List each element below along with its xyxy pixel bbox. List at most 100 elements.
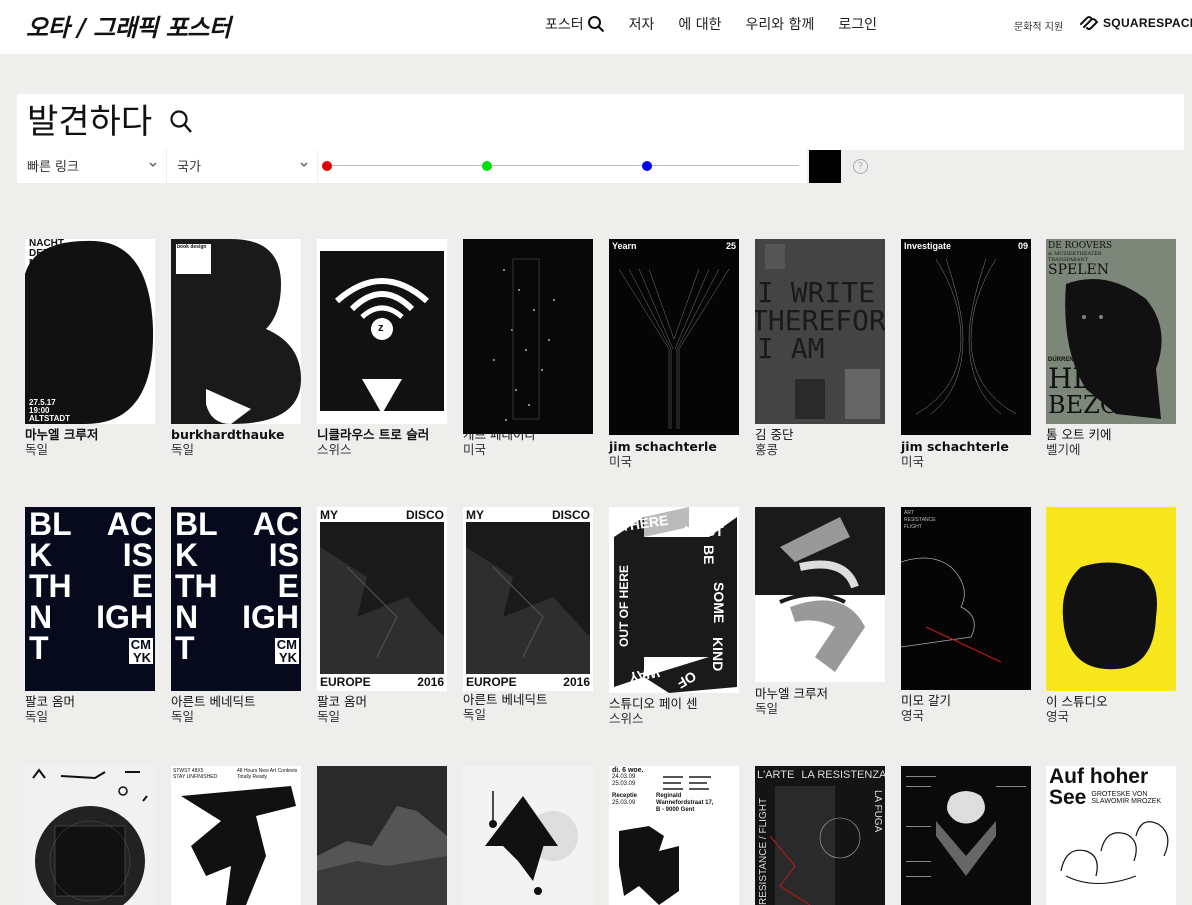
poster-card[interactable]: DE ROOVERS & MUZIEKTHEATER TRANSPARANT S… bbox=[1046, 239, 1176, 457]
poster-card[interactable]: NACHT DER MUSIK 27.5.17 19:00 ALTSTADT 마… bbox=[25, 239, 155, 457]
poster-author[interactable]: 아른트 베네딕트 bbox=[171, 694, 301, 709]
poster-country: 독일 bbox=[25, 709, 49, 724]
poster-author[interactable]: jim schachterle bbox=[901, 439, 1031, 454]
squarespace-text: SQUARESPACE bbox=[1103, 16, 1192, 30]
nav-about[interactable]: 에 대한 bbox=[678, 14, 721, 34]
poster-card[interactable]: I WRITE THEREFOR I AM 김 중단 홍콩 bbox=[755, 239, 885, 457]
poster-author[interactable]: 팔코 옴머 bbox=[317, 694, 447, 709]
poster-art bbox=[181, 786, 296, 905]
poster-author[interactable]: 이 스튜디오 bbox=[1046, 694, 1176, 709]
poster-thumbnail[interactable]: Investigate 09 bbox=[901, 239, 1031, 435]
search-input[interactable] bbox=[27, 96, 169, 148]
help-icon[interactable]: ? bbox=[853, 159, 868, 174]
nav-posters-label: 포스터 bbox=[545, 17, 584, 33]
poster-thumbnail[interactable]: BL AC K IS TH E N IGH T CM YK bbox=[171, 507, 301, 691]
poster-card[interactable] bbox=[25, 766, 155, 905]
poster-card[interactable]: 이 스튜디오 영국 bbox=[1046, 507, 1176, 724]
poster-card[interactable]: Yearn 25 jim schachterle 미국 bbox=[609, 239, 739, 469]
country-select[interactable]: 국가 bbox=[167, 150, 317, 183]
poster-text: L'ARTE bbox=[757, 769, 795, 781]
poster-country: 홍콩 bbox=[755, 442, 779, 457]
poster-text: IS bbox=[122, 537, 153, 573]
poster-text: TH bbox=[29, 568, 72, 604]
poster-card[interactable]: MY DISCO EUROPE 2016 팔코 옴머 독일 bbox=[317, 507, 447, 724]
poster-card[interactable]: BL AC K IS TH E N IGH T CM YK 아른트 베네딕트 독일 bbox=[171, 507, 301, 724]
poster-text: DISCO bbox=[551, 508, 590, 522]
nav-join-us[interactable]: 우리와 함께 bbox=[746, 14, 815, 34]
poster-text: E bbox=[131, 568, 153, 604]
poster-thumbnail[interactable]: MY DISCO EUROPE 2016 bbox=[317, 507, 447, 691]
poster-art bbox=[32, 768, 148, 905]
slider-track bbox=[326, 165, 799, 166]
poster-thumbnail[interactable]: ART RESISTANCE FLIGHT bbox=[901, 507, 1031, 690]
nav-login[interactable]: 로그인 bbox=[838, 14, 877, 34]
poster-thumbnail[interactable]: I WRITE THEREFOR I AM bbox=[755, 239, 885, 424]
poster-text: IGH bbox=[96, 599, 153, 635]
site-logo[interactable]: 오타 / 그래픽 포스터 bbox=[26, 8, 231, 43]
poster-author[interactable]: 김 중단 bbox=[755, 427, 885, 442]
poster-thumbnail[interactable]: BL AC K IS TH E N IGH T CM YK bbox=[25, 507, 155, 691]
color-handle-red[interactable] bbox=[322, 161, 332, 171]
color-handle-green[interactable] bbox=[482, 161, 492, 171]
poster-card[interactable] bbox=[463, 766, 593, 905]
poster-thumbnail[interactable] bbox=[901, 766, 1031, 905]
quick-links-select[interactable]: 빠른 링크 bbox=[17, 150, 166, 183]
poster-text: Yearn bbox=[612, 241, 637, 251]
poster-card[interactable]: book design burkhardthauke 독일 bbox=[171, 239, 301, 457]
poster-thumbnail[interactable] bbox=[463, 239, 593, 434]
poster-thumbnail[interactable]: MY DISCO EUROPE 2016 bbox=[463, 507, 593, 691]
poster-author[interactable]: 팔코 옴머 bbox=[25, 694, 155, 709]
poster-thumbnail[interactable]: L'ARTE LA RESISTENZA RESISTANCE / FLIGHT… bbox=[755, 766, 885, 905]
color-handle-blue[interactable] bbox=[642, 161, 652, 171]
poster-card[interactable]: di. 6 woe. 24.03.09 25.03.09 Receptie 25… bbox=[609, 766, 739, 905]
poster-author[interactable]: 미모 갈기 bbox=[901, 693, 1031, 708]
poster-text: IGH bbox=[242, 599, 299, 635]
poster-card[interactable] bbox=[317, 766, 447, 905]
poster-author[interactable]: 마누엘 크루저 bbox=[25, 427, 155, 442]
poster-card[interactable]: 마누엘 크루저 독일 bbox=[755, 507, 885, 716]
poster-author[interactable]: 아른트 베네딕트 bbox=[463, 692, 593, 707]
poster-author[interactable]: jim schachterle bbox=[609, 439, 739, 454]
squarespace-logo[interactable]: SQUARESPACE bbox=[1079, 15, 1192, 31]
poster-text: BE bbox=[701, 545, 717, 565]
poster-thumbnail[interactable] bbox=[25, 766, 155, 905]
poster-card[interactable]: 개브 페레이라 미국 bbox=[463, 239, 593, 457]
poster-author[interactable]: burkhardthauke bbox=[171, 427, 301, 442]
poster-thumbnail[interactable]: di. 6 woe. 24.03.09 25.03.09 Receptie 25… bbox=[609, 766, 739, 905]
poster-thumbnail[interactable]: STWST 48X5 STAY UNFINISHED 48 Hours New … bbox=[171, 766, 301, 905]
poster-thumbnail[interactable] bbox=[463, 766, 593, 905]
poster-card[interactable] bbox=[901, 766, 1031, 905]
poster-thumbnail[interactable]: Yearn 25 bbox=[609, 239, 739, 435]
poster-card[interactable]: BL AC K IS TH E N IGH T CM YK 팔코 옴머 독일 bbox=[25, 507, 155, 724]
poster-thumbnail[interactable]: Auf hoher See GROTESKE VON SLAWOMIR MROZ… bbox=[1046, 766, 1176, 905]
color-swatch[interactable] bbox=[809, 150, 841, 183]
poster-thumbnail[interactable]: book design bbox=[171, 239, 301, 424]
poster-author[interactable]: 톰 오트 키에 bbox=[1046, 427, 1176, 442]
site-header: 오타 / 그래픽 포스터 포스터 저자 에 대한 우리와 함께 로그인 문화적 … bbox=[0, 0, 1192, 54]
poster-thumbnail[interactable] bbox=[317, 766, 447, 905]
poster-card[interactable]: z 니클라우스 트로 슬러 스위스 bbox=[317, 239, 447, 457]
poster-text: EUROPE bbox=[466, 675, 517, 689]
color-slider[interactable] bbox=[318, 150, 807, 183]
poster-thumbnail[interactable] bbox=[1046, 507, 1176, 691]
poster-card[interactable]: MY DISCO EUROPE 2016 아른트 베네딕트 독일 bbox=[463, 507, 593, 722]
poster-thumbnail[interactable]: z bbox=[317, 239, 447, 424]
poster-text: 09 bbox=[1017, 241, 1028, 251]
poster-thumbnail[interactable]: NACHT DER MUSIK 27.5.17 19:00 ALTSTADT bbox=[25, 239, 155, 424]
nav-authors[interactable]: 저자 bbox=[629, 14, 655, 34]
poster-author[interactable]: 니클라우스 트로 슬러 bbox=[317, 427, 447, 442]
search-icon[interactable] bbox=[169, 107, 195, 135]
poster-card[interactable]: STWST 48X5 STAY UNFINISHED 48 Hours New … bbox=[171, 766, 301, 905]
poster-thumbnail[interactable]: THERE MUST BE SOME KIND OF WAY OUT OF HE… bbox=[609, 507, 739, 693]
poster-thumbnail[interactable] bbox=[755, 507, 885, 682]
nav-posters[interactable]: 포스터 bbox=[545, 14, 605, 34]
poster-thumbnail[interactable]: DE ROOVERS & MUZIEKTHEATER TRANSPARANT S… bbox=[1046, 239, 1176, 424]
poster-card[interactable]: L'ARTE LA RESISTENZA RESISTANCE / FLIGHT… bbox=[755, 766, 885, 905]
poster-card[interactable]: Auf hoher See GROTESKE VON SLAWOMIR MROZ… bbox=[1046, 766, 1176, 905]
poster-text: T bbox=[175, 630, 195, 666]
poster-card[interactable]: ART RESISTANCE FLIGHT 미모 갈기 영국 bbox=[901, 507, 1031, 723]
poster-card[interactable]: Investigate 09 jim schachterle 미국 bbox=[901, 239, 1031, 469]
poster-author[interactable]: 스튜디오 페이 센 bbox=[609, 696, 739, 711]
poster-author[interactable]: 마누엘 크루저 bbox=[755, 686, 885, 701]
poster-card[interactable]: THERE MUST BE SOME KIND OF WAY OUT OF HE… bbox=[609, 507, 739, 726]
